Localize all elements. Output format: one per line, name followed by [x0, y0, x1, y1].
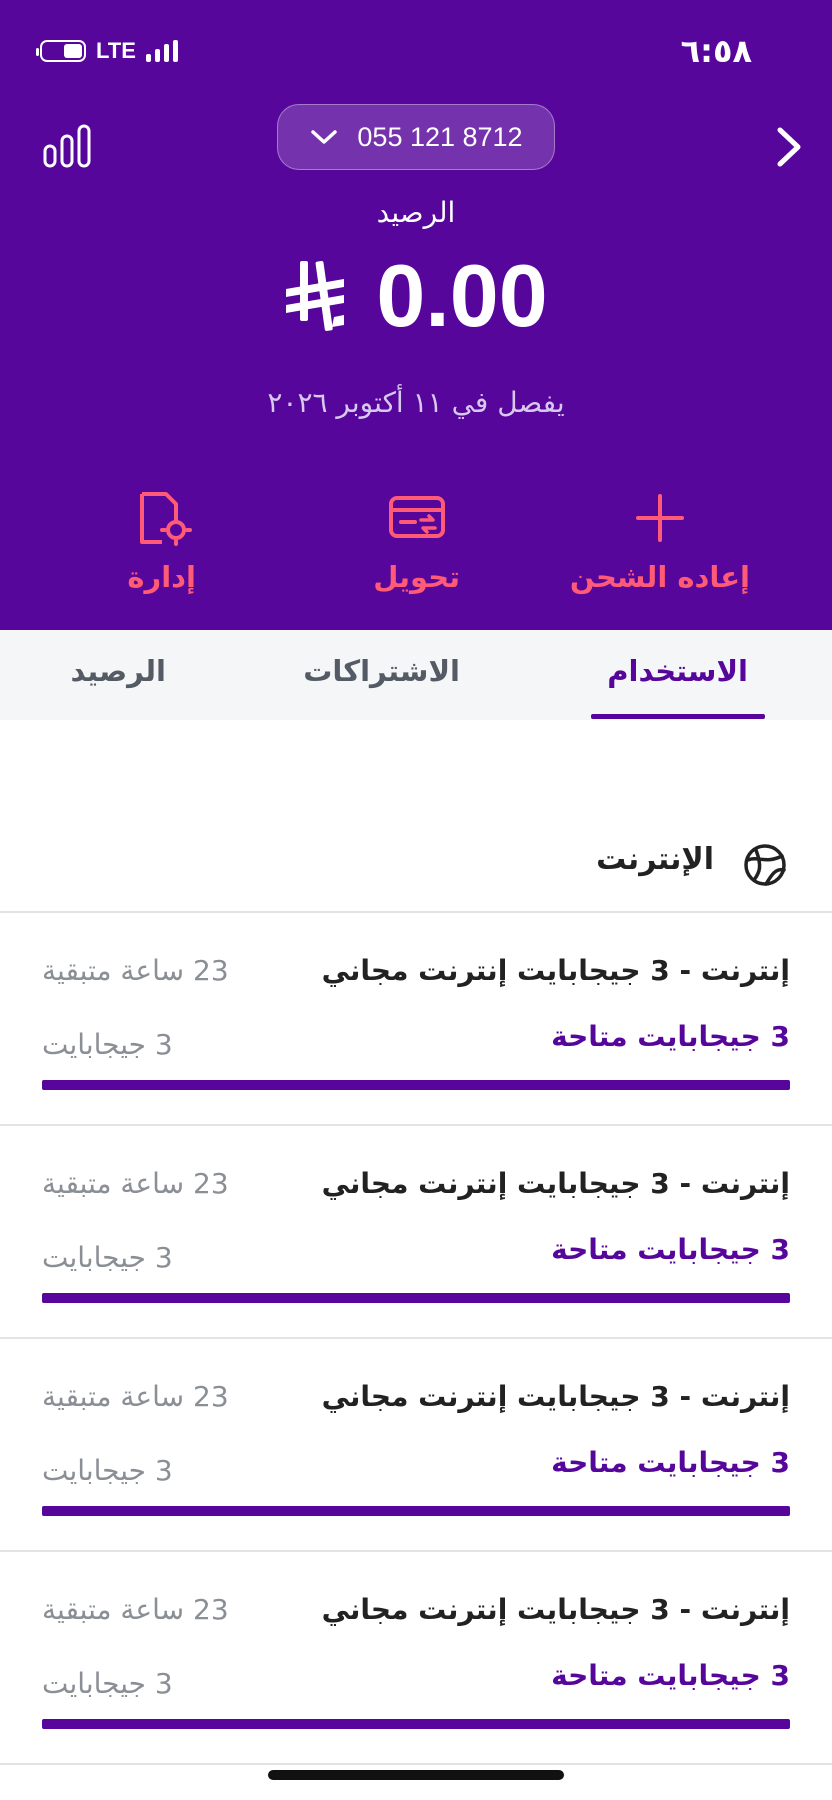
usage-progress-bar — [42, 1293, 790, 1303]
usage-item-remaining-time: 23 ساعة متبقية — [42, 1593, 229, 1626]
usage-item-total: 3 جيجابايت — [42, 1241, 173, 1274]
tab-usage[interactable]: الاستخدام — [607, 654, 748, 688]
tab-bar: الاستخدام الاشتراكات الرصيد — [0, 630, 832, 720]
usage-item[interactable]: إنترنت - 3 جيجابايت إنترنت مجاني 23 ساعة … — [0, 1338, 832, 1550]
network-type: LTE — [96, 38, 136, 63]
globe-icon — [744, 844, 786, 886]
recharge-button[interactable]: إعاده الشحن — [570, 490, 750, 594]
divider — [0, 1763, 832, 1765]
status-time: ٦:٥٨ — [680, 32, 752, 70]
signal-icon — [145, 40, 178, 62]
phone-number: 055 121 8712 — [357, 121, 523, 152]
usage-progress-fill — [42, 1506, 790, 1516]
section-title: الإنترنت — [596, 842, 714, 877]
balance-display: 0.00 — [0, 252, 832, 340]
usage-progress-fill — [42, 1293, 790, 1303]
usage-progress-fill — [42, 1080, 790, 1090]
tab-balance[interactable]: الرصيد — [71, 654, 166, 688]
app-screen: LTE ٦:٥٨ 055 121 8712 الرصيد 0.00 يفصل ف… — [0, 0, 832, 1800]
recharge-label: إعاده الشحن — [569, 560, 750, 594]
usage-item-total: 3 جيجابايت — [42, 1028, 173, 1061]
usage-progress-bar — [42, 1080, 790, 1090]
usage-item-remaining-time: 23 ساعة متبقية — [42, 954, 229, 987]
usage-item[interactable]: إنترنت - 3 جيجابايت إنترنت مجاني 23 ساعة … — [0, 1125, 832, 1337]
bar-chart-icon[interactable] — [42, 124, 92, 168]
usage-item-available: 3 جيجابايت متاحة — [551, 1020, 790, 1053]
usage-item[interactable]: إنترنت - 3 جيجابايت إنترنت مجاني 23 ساعة … — [0, 1551, 832, 1763]
usage-item-total: 3 جيجابايت — [42, 1454, 173, 1487]
balance-amount: 0.00 — [376, 246, 548, 345]
battery-icon — [36, 40, 86, 62]
usage-item-remaining-time: 23 ساعة متبقية — [42, 1380, 229, 1413]
manage-button[interactable]: إدارة — [127, 490, 196, 594]
manage-label: إدارة — [127, 560, 196, 594]
usage-item[interactable]: إنترنت - 3 جيجابايت إنترنت مجاني 23 ساعة … — [0, 912, 832, 1124]
chevron-right-icon[interactable] — [774, 124, 804, 170]
tab-subscriptions[interactable]: الاشتراكات — [303, 654, 460, 688]
document-gear-icon — [139, 492, 192, 546]
usage-item-available: 3 جيجابايت متاحة — [551, 1233, 790, 1266]
usage-item-title: إنترنت - 3 جيجابايت إنترنت مجاني — [321, 954, 790, 987]
account-header: LTE ٦:٥٨ 055 121 8712 الرصيد 0.00 يفصل ف… — [0, 0, 832, 630]
usage-item-available: 3 جيجابايت متاحة — [551, 1659, 790, 1692]
riyal-currency-icon — [286, 261, 345, 331]
card-transfer-icon — [388, 496, 445, 538]
usage-item-available: 3 جيجابايت متاحة — [551, 1446, 790, 1479]
home-indicator[interactable] — [268, 1770, 564, 1780]
balance-label: الرصيد — [376, 196, 456, 229]
usage-item-title: إنترنت - 3 جيجابايت إنترنت مجاني — [321, 1167, 790, 1200]
chevron-down-icon — [311, 130, 338, 144]
usage-item-title: إنترنت - 3 جيجابايت إنترنت مجاني — [321, 1593, 790, 1626]
active-tab-indicator — [591, 714, 765, 719]
expiry-date: يفصل في ١١ أكتوبر ٢٠٢٦ — [267, 386, 565, 419]
usage-item-total: 3 جيجابايت — [42, 1667, 173, 1700]
usage-progress-bar — [42, 1506, 790, 1516]
usage-item-remaining-time: 23 ساعة متبقية — [42, 1167, 229, 1200]
usage-item-title: إنترنت - 3 جيجابايت إنترنت مجاني — [321, 1380, 790, 1413]
transfer-button[interactable]: تحويل — [373, 490, 460, 594]
usage-progress-bar — [42, 1719, 790, 1729]
usage-progress-fill — [42, 1719, 790, 1729]
transfer-label: تحويل — [373, 560, 460, 594]
status-indicators: LTE — [36, 38, 178, 64]
plus-icon — [635, 494, 684, 542]
phone-number-selector[interactable]: 055 121 8712 — [277, 104, 555, 170]
